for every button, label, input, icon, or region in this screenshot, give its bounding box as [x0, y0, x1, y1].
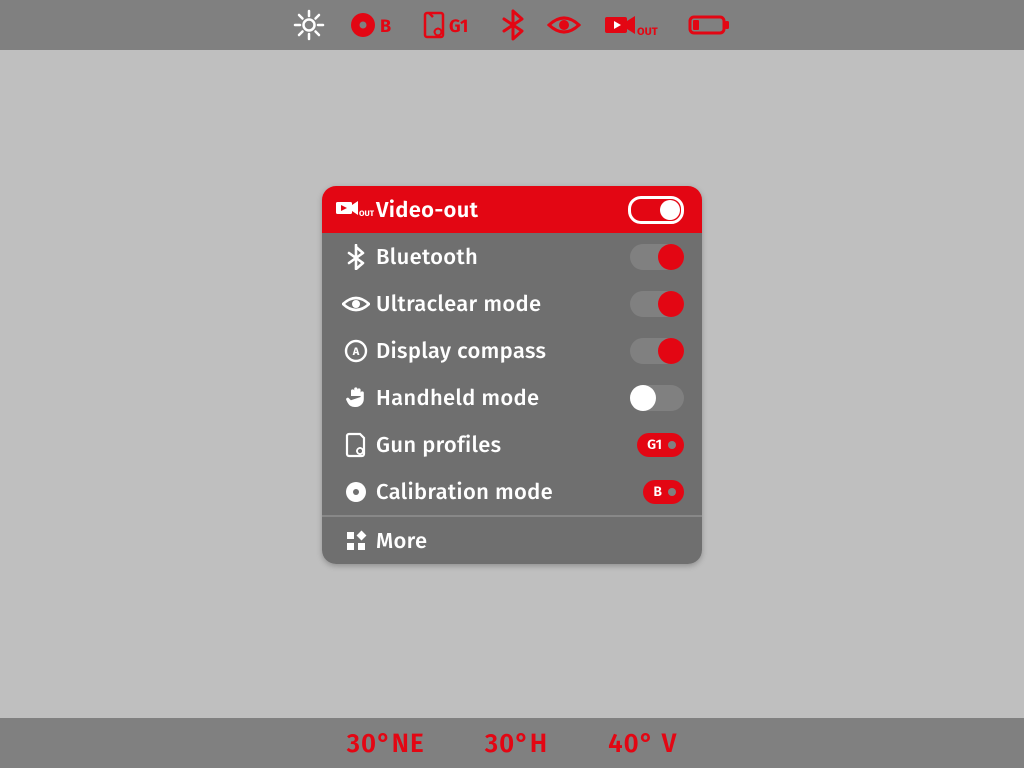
more-grid-icon	[336, 530, 376, 552]
menu-item-more[interactable]: More	[322, 517, 702, 564]
menu-item-display-compass[interactable]: A Display compass	[322, 327, 702, 374]
angle-v-readout: 40° V	[608, 728, 677, 759]
video-out-status-icon: OUT	[603, 9, 665, 41]
bluetooth-status-icon	[501, 9, 525, 41]
menu-item-bluetooth[interactable]: Bluetooth	[322, 233, 702, 280]
menu-item-label: Video-out	[376, 196, 628, 223]
menu-item-label: Handheld mode	[376, 384, 630, 411]
menu-item-label: Bluetooth	[376, 243, 630, 270]
compass-icon: A	[336, 339, 376, 363]
ultraclear-status-icon	[547, 9, 581, 41]
video-out-icon: OUT	[336, 199, 376, 221]
handheld-toggle[interactable]	[630, 385, 684, 411]
gun-profile-chip[interactable]: G1	[637, 433, 684, 457]
menu-item-label: Display compass	[376, 337, 630, 364]
eye-icon	[336, 294, 376, 314]
gun-profile-status-icon: G1	[421, 9, 479, 41]
video-out-suffix: OUT	[637, 25, 658, 38]
chip-value: B	[653, 483, 662, 500]
top-status-bar: B G1 OUT	[0, 0, 1024, 50]
heading-readout: 30°NE	[347, 728, 425, 759]
menu-item-label: Gun profiles	[376, 431, 637, 458]
chip-value: G1	[647, 436, 662, 453]
settings-menu-panel: OUT Video-out Bluetooth Ultraclear mode	[322, 186, 702, 564]
menu-item-calibration[interactable]: Calibration mode B	[322, 468, 702, 515]
menu-item-video-out[interactable]: OUT Video-out	[322, 186, 702, 233]
ultraclear-toggle[interactable]	[630, 291, 684, 317]
profile-document-icon	[336, 432, 376, 458]
menu-item-label: Ultraclear mode	[376, 290, 630, 317]
chip-indicator-dot	[668, 488, 676, 496]
video-out-toggle[interactable]	[628, 196, 684, 224]
battery-icon	[687, 9, 731, 41]
chip-indicator-dot	[668, 441, 676, 449]
aperture-icon	[336, 480, 376, 504]
svg-text:OUT: OUT	[359, 210, 375, 219]
gun-profile-badge: G1	[449, 15, 468, 37]
svg-text:A: A	[352, 345, 360, 358]
calibration-mode-badge: B	[380, 15, 391, 37]
bottom-status-bar: 30°NE 30°H 40° V	[0, 718, 1024, 768]
menu-item-ultraclear[interactable]: Ultraclear mode	[322, 280, 702, 327]
bluetooth-icon	[336, 244, 376, 270]
display-compass-toggle[interactable]	[630, 338, 684, 364]
hand-icon	[336, 386, 376, 410]
menu-item-handheld[interactable]: Handheld mode	[322, 374, 702, 421]
calibration-chip[interactable]: B	[643, 480, 684, 504]
bluetooth-toggle[interactable]	[630, 244, 684, 270]
menu-item-label: Calibration mode	[376, 478, 643, 505]
calibration-mode-status-icon: B	[347, 9, 399, 41]
menu-item-label: More	[376, 527, 684, 554]
angle-h-readout: 30°H	[485, 728, 548, 759]
brightness-icon	[293, 9, 325, 41]
menu-item-gun-profiles[interactable]: Gun profiles G1	[322, 421, 702, 468]
